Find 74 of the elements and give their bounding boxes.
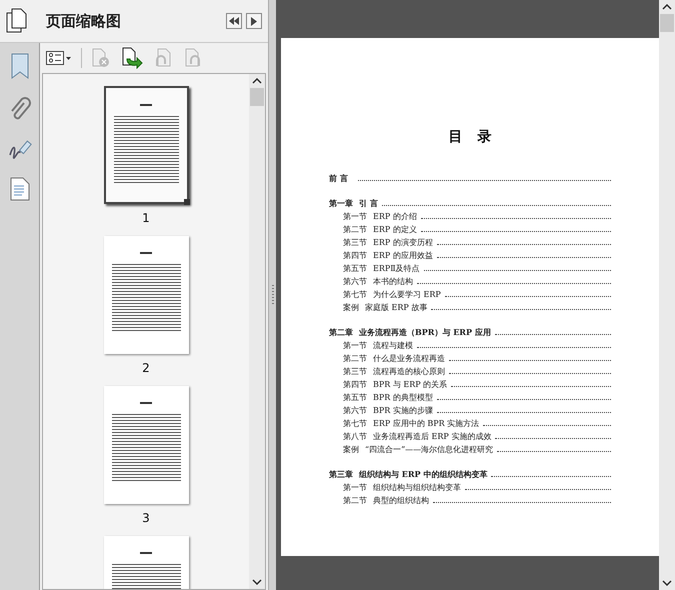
page-thumbnail-drawing[interactable] (104, 386, 188, 504)
entry-title: ERP 的应用效益 (373, 250, 433, 262)
scrollbar[interactable] (659, 0, 675, 590)
entry-title: BPR 的典型模型 (373, 392, 433, 404)
entry-title: 业务流程再造后 ERP 实施的成效 (373, 431, 492, 443)
signature-icon[interactable] (8, 139, 32, 159)
right-arrow-icon (251, 16, 257, 26)
entry-number: 第一节 (343, 482, 367, 494)
document-icon[interactable] (10, 177, 30, 201)
entry-number: 第五节 (343, 263, 367, 275)
entry-number: 第五节 (343, 392, 367, 404)
page-number: 3 (142, 511, 150, 525)
entry-number: 第四节 (343, 379, 367, 391)
entry-title: BPR 实施的步骤 (373, 405, 433, 417)
entry-number: 第八节 (343, 431, 367, 443)
entry-title: 组织结构与 ERP 中的组织结构变革 (359, 468, 488, 481)
toc-title: 目 录 (448, 128, 492, 146)
entry-title: 家庭版 ERP 故事 (365, 302, 428, 314)
entry-number: 第七节 (343, 418, 367, 430)
entry-title: 什么是业务流程再造 (373, 353, 445, 365)
panel-title: 页面缩略图 (46, 12, 122, 30)
entry-number: 第六节 (343, 276, 367, 288)
scroll-thumb[interactable] (660, 14, 674, 32)
entry-title: 流程与建模 (373, 340, 413, 352)
insert-page-button[interactable] (120, 46, 144, 70)
entry-title: “四流合一”——海尔信息化进程研究 (365, 444, 494, 456)
entry-title: 业务流程再造（BPR）与 ERP 应用 (359, 326, 491, 339)
entry-title: 流程再造的核心原则 (373, 366, 445, 378)
entry-title: ERP 的演变历程 (373, 237, 433, 249)
entry-number: 案例 (343, 444, 359, 456)
entry-title: 典型的组织结构 (373, 495, 429, 507)
scroll-thumb[interactable] (250, 88, 264, 106)
entry-title: ERP 应用中的 BPR 实施方法 (373, 418, 480, 430)
double-left-arrow-icon (229, 17, 239, 25)
entry-title: 本书的结构 (373, 276, 413, 288)
page-arrow-icon (121, 47, 143, 69)
entry-title: 组织结构与组织结构变革 (373, 482, 461, 494)
bookmark-icon[interactable] (10, 53, 30, 79)
options-menu-button[interactable] (45, 50, 73, 66)
page-delete-icon (91, 48, 111, 68)
entry-number: 案例 (343, 302, 359, 314)
entry-number: 第一节 (343, 340, 367, 352)
entry-number: 第六节 (343, 405, 367, 417)
entry-number: 第三节 (343, 237, 367, 249)
pages-icon[interactable] (6, 8, 28, 34)
scrollbar[interactable] (249, 74, 265, 589)
list-options-icon (46, 51, 72, 65)
page-rotate-icon (153, 48, 173, 68)
entry-number: 第二节 (343, 224, 367, 236)
entry-title: BPR 与 ERP 的关系 (373, 379, 448, 391)
page-number: 1 (142, 211, 150, 225)
page-thumbnail-drawing[interactable] (104, 236, 188, 354)
entry-number: 第四节 (343, 250, 367, 262)
entry-title: ERPⅡ及特点 (373, 263, 420, 275)
entry-number: 第二节 (343, 353, 367, 365)
expand-panel-button[interactable] (246, 13, 262, 29)
entry-number: 第七节 (343, 289, 367, 301)
entry-number: 第一节 (343, 211, 367, 223)
page-thumbnail-drawing[interactable] (104, 86, 188, 204)
entry-title: 为什么要学习 ERP (373, 289, 441, 301)
entry-number: 前 言 (329, 172, 348, 185)
entry-number: 第二节 (343, 495, 367, 507)
entry-title: 引 言 (359, 197, 378, 210)
entry-title: ERP 的定义 (373, 224, 417, 236)
entry-number: 第一章 (329, 197, 353, 210)
entry-number: 第三节 (343, 366, 367, 378)
collapse-panel-button[interactable] (226, 13, 242, 29)
entry-title: ERP 的介绍 (373, 211, 417, 223)
entry-number: 第二章 (329, 326, 353, 339)
paperclip-icon[interactable] (8, 97, 30, 121)
resize-handle[interactable] (184, 199, 190, 205)
page-rotate-icon (183, 48, 203, 68)
entry-number: 第三章 (329, 468, 353, 481)
page-number: 2 (142, 361, 150, 375)
